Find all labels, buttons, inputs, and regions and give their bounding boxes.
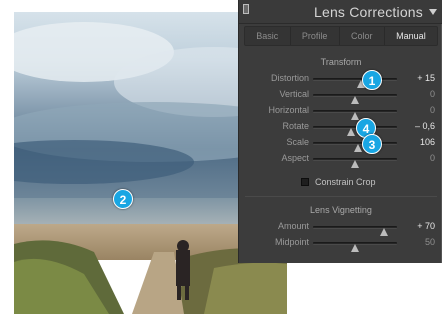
slider-value[interactable]: 50 (425, 237, 435, 247)
vignetting-section-title: Lens Vignetting (310, 205, 372, 215)
constrain-crop-label[interactable]: Constrain Crop (315, 177, 376, 187)
slider-row-distortion: Distortion + 15 (239, 73, 442, 88)
slider-row-aspect: Aspect 0 (239, 153, 442, 168)
slider-row-midpoint: Midpoint 50 (239, 237, 442, 252)
tab-basic[interactable]: Basic (245, 27, 291, 45)
stage: Lens Corrections Basic Profile Color Man… (0, 0, 442, 314)
slider-label: Scale (286, 137, 309, 147)
slider-row-amount: Amount + 70 (239, 221, 442, 236)
midpoint-slider[interactable] (313, 242, 397, 252)
slider-thumb[interactable] (353, 144, 362, 152)
aspect-slider[interactable] (313, 158, 397, 168)
slider-value[interactable]: 106 (420, 137, 435, 147)
slider-label: Distortion (270, 73, 309, 83)
slider-thumb[interactable] (351, 160, 359, 168)
slider-row-scale: Scale 106 (239, 137, 442, 152)
slider-value[interactable]: 0 (430, 105, 435, 115)
panel-title: Lens Corrections (313, 4, 423, 20)
lens-corrections-panel: Lens Corrections Basic Profile Color Man… (238, 0, 442, 263)
slider-row-vertical: Vertical 0 (239, 89, 442, 104)
section-divider (245, 196, 437, 197)
slider-thumb[interactable] (351, 96, 359, 104)
slider-row-horizontal: Horizontal 0 (239, 105, 442, 120)
tab-color[interactable]: Color (340, 27, 385, 45)
callout-badge-3: 3 (362, 134, 382, 154)
panel-grip-icon[interactable] (243, 4, 249, 14)
tab-profile[interactable]: Profile (291, 27, 340, 45)
slider-row-rotate: Rotate – 0,6 (239, 121, 442, 136)
slider-label: Rotate (282, 121, 309, 131)
slider-thumb[interactable] (346, 128, 355, 136)
panel-header: Lens Corrections (239, 0, 442, 24)
slider-label: Vertical (279, 89, 309, 99)
tab-manual[interactable]: Manual (385, 27, 437, 45)
constrain-crop-checkbox[interactable] (301, 178, 309, 186)
slider-value[interactable]: + 15 (417, 73, 435, 83)
slider-label: Midpoint (274, 237, 309, 247)
slider-label: Amount (277, 221, 309, 231)
callout-badge-2: 2 (113, 189, 133, 209)
distortion-slider[interactable] (313, 78, 397, 88)
slider-value[interactable]: + 70 (417, 221, 435, 231)
slider-label: Horizontal (268, 105, 309, 115)
slider-thumb[interactable] (380, 228, 389, 236)
amount-slider[interactable] (313, 226, 397, 236)
slider-thumb[interactable] (351, 244, 359, 252)
horizontal-slider[interactable] (313, 110, 397, 120)
vertical-slider[interactable] (313, 94, 397, 104)
slider-label: Aspect (281, 153, 309, 163)
slider-value[interactable]: 0 (430, 153, 435, 163)
rotate-slider[interactable] (313, 126, 397, 136)
scale-slider[interactable] (313, 142, 397, 152)
collapse-triangle-icon[interactable] (429, 9, 437, 15)
slider-thumb[interactable] (351, 112, 359, 120)
callout-badge-1: 1 (362, 70, 382, 90)
transform-section-title: Transform (320, 57, 362, 67)
slider-value[interactable]: 0 (430, 89, 435, 99)
slider-value[interactable]: – 0,6 (415, 121, 435, 131)
lens-tabs: Basic Profile Color Manual (244, 26, 438, 46)
